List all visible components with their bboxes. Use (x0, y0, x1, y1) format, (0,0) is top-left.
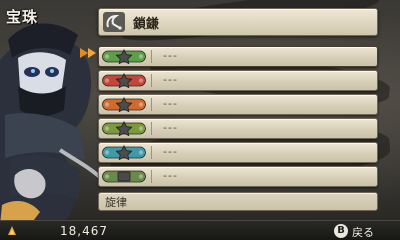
slot-value: --- (163, 97, 178, 110)
screen: 宝珠 鎖鎌 --- --- --- --- --- --- 旋律 18,467 B 戻る (0, 0, 400, 240)
jewel-slot-icon (102, 170, 146, 183)
jewel-slot-row[interactable]: --- (98, 142, 378, 163)
ninja-character-portrait (0, 23, 110, 225)
status-bar: 18,467 B 戻る (0, 220, 400, 240)
jewel-slot-icon (102, 145, 146, 160)
slot-divider (151, 74, 152, 87)
selection-cursor-icon (80, 48, 96, 58)
jewel-slot-icon (102, 73, 146, 88)
slot-value: --- (163, 121, 178, 134)
jewel-slot-icon (102, 49, 146, 64)
jewel-slot-row[interactable]: --- (98, 166, 378, 187)
jewel-slot-row[interactable]: --- (98, 118, 378, 139)
kusarigama-icon (103, 12, 125, 32)
slot-divider (151, 98, 152, 111)
money-icon (8, 226, 16, 235)
melody-label: 旋律 (105, 196, 127, 209)
b-button-icon[interactable]: B (334, 224, 348, 238)
screen-title: 宝珠 (6, 8, 39, 26)
weapon-name: 鎖鎌 (133, 17, 160, 32)
slot-divider (151, 122, 152, 135)
jewel-slot-row[interactable]: --- (98, 46, 378, 67)
slot-value: --- (163, 73, 178, 86)
slot-divider (151, 170, 152, 183)
melody-button[interactable]: 旋律 (98, 192, 378, 211)
weapon-title-bar: 鎖鎌 (98, 8, 378, 36)
slot-value: --- (163, 49, 178, 62)
jewel-slot-icon (102, 97, 146, 112)
slot-value: --- (163, 145, 178, 158)
slot-value: --- (163, 169, 178, 182)
slot-divider (151, 50, 152, 63)
jewel-slot-row[interactable]: --- (98, 94, 378, 115)
slot-divider (151, 146, 152, 159)
jewel-slot-row[interactable]: --- (98, 70, 378, 91)
jewel-slot-icon (102, 121, 146, 136)
back-label[interactable]: 戻る (352, 224, 374, 240)
money-value: 18,467 (60, 224, 108, 238)
